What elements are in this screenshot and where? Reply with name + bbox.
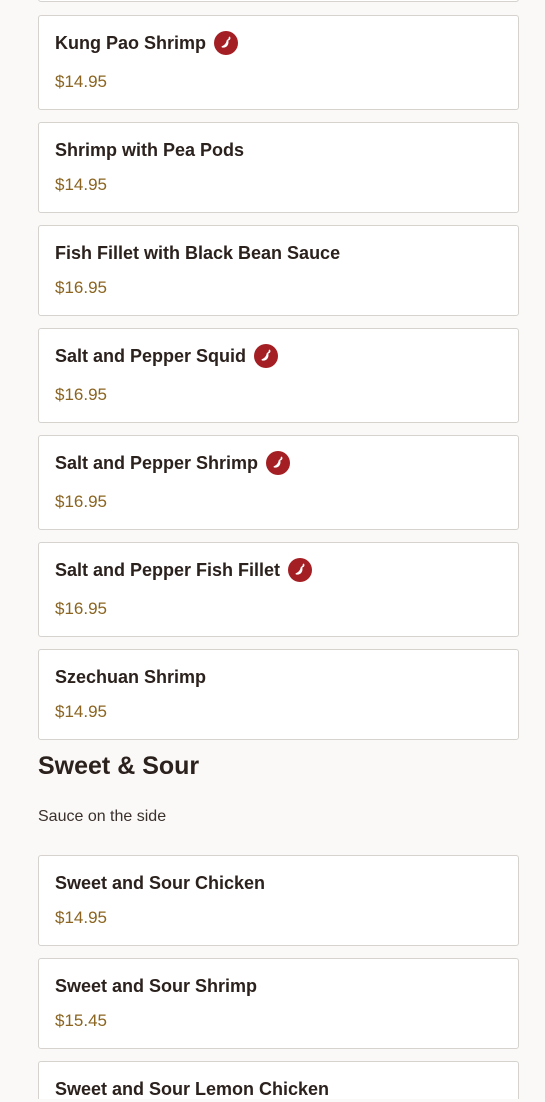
menu-item-name: Salt and Pepper Squid [55, 343, 279, 369]
menu-item-name-text: Sweet and Sour Lemon Chicken [55, 1078, 330, 1099]
menu-item-card[interactable]: Kung Pao Shrimp $14.95 [38, 15, 519, 110]
menu-item-price: $16.95 [55, 492, 107, 511]
menu-item-name-text: Sweet and Sour Chicken [55, 872, 266, 893]
menu-item-name: Salt and Pepper Shrimp [55, 450, 291, 476]
menu-item-price: $14.95 [55, 908, 107, 927]
menu-page: Kung Pao Shrimp $14.95 Shrimp with Pea P… [0, 0, 545, 1099]
chili-pepper-icon [254, 344, 279, 368]
menu-item-card[interactable]: Shrimp with Pea Pods $14.95 [38, 122, 519, 213]
menu-item-price: $16.95 [55, 385, 107, 404]
menu-item-name: Fish Fillet with Black Bean Sauce [55, 240, 340, 266]
menu-item-name: Salt and Pepper Fish Fillet [55, 557, 313, 583]
section-description: Sauce on the side [38, 808, 167, 825]
chili-pepper-icon [214, 31, 239, 55]
menu-item-card[interactable] [38, 0, 519, 2]
menu-item-card[interactable]: Salt and Pepper Shrimp $16.95 [38, 435, 519, 530]
menu-item-name: Kung Pao Shrimp [55, 30, 239, 56]
menu-item-name-text: Kung Pao Shrimp [55, 32, 207, 53]
section-title: Sweet & Sour [38, 752, 200, 780]
menu-item-name-text: Salt and Pepper Squid [55, 345, 247, 366]
menu-item-name: Szechuan Shrimp [55, 664, 206, 690]
menu-item-card[interactable]: Fish Fillet with Black Bean Sauce $16.95 [38, 225, 519, 316]
menu-item-price: $16.95 [55, 599, 107, 618]
menu-item-card[interactable]: Szechuan Shrimp $14.95 [38, 649, 519, 740]
menu-item-price: $14.95 [55, 175, 107, 194]
menu-item-name: Shrimp with Pea Pods [55, 137, 244, 163]
menu-item-price: $15.45 [55, 1011, 107, 1030]
menu-item-name: Sweet and Sour Lemon Chicken [55, 1076, 329, 1102]
menu-item-card[interactable]: Salt and Pepper Fish Fillet $16.95 [38, 542, 519, 637]
menu-item-card[interactable]: Sweet and Sour Chicken $14.95 [38, 855, 519, 946]
menu-item-card[interactable]: Sweet and Sour Shrimp $15.45 [38, 958, 519, 1049]
menu-item-price: $14.95 [55, 72, 107, 91]
chili-pepper-icon [288, 558, 313, 582]
menu-item-name: Sweet and Sour Shrimp [55, 973, 257, 999]
menu-item-name: Sweet and Sour Chicken [55, 870, 265, 896]
menu-item-name-text: Salt and Pepper Fish Fillet [55, 559, 281, 580]
chili-pepper-icon [266, 451, 291, 475]
menu-item-name-text: Sweet and Sour Shrimp [55, 975, 258, 996]
menu-item-card[interactable]: Salt and Pepper Squid $16.95 [38, 328, 519, 423]
menu-item-name-text: Shrimp with Pea Pods [55, 139, 245, 160]
menu-item-name-text: Fish Fillet with Black Bean Sauce [55, 242, 341, 263]
menu-item-card[interactable]: Sweet and Sour Lemon Chicken [38, 1061, 519, 1099]
menu-item-price: $14.95 [55, 702, 107, 721]
menu-item-name-text: Szechuan Shrimp [55, 666, 207, 687]
menu-item-price: $16.95 [55, 278, 107, 297]
menu-item-name-text: Salt and Pepper Shrimp [55, 452, 259, 473]
